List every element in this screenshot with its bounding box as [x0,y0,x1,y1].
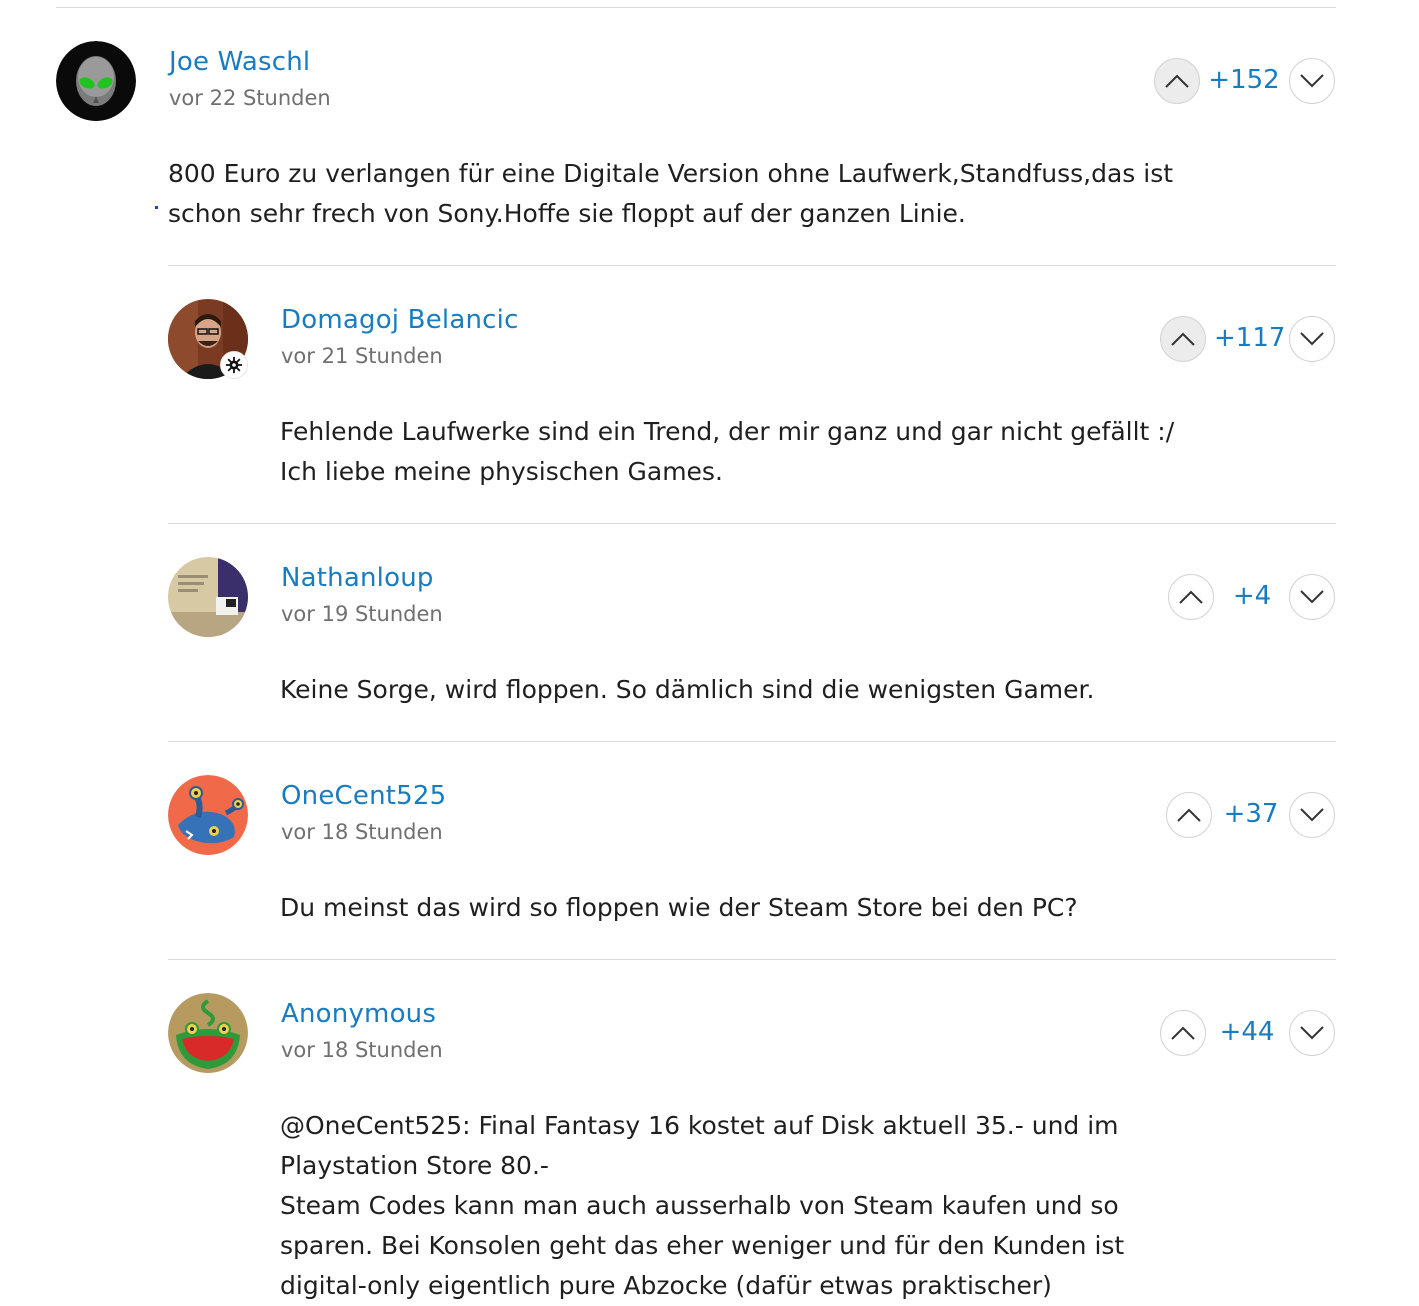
comment-time: vor 21 Stunden [281,344,443,368]
chevron-up-icon [1171,332,1195,346]
upvote-button[interactable] [1154,58,1200,104]
upvote-button[interactable] [1160,1010,1206,1056]
comment-text-line: @OneCent525: Final Fantasy 16 kostet auf… [280,1111,1119,1140]
comment-time: vor 19 Stunden [281,602,443,626]
comment-author[interactable]: Domagoj Belancic [281,305,519,335]
gear-badge-icon [220,351,248,379]
chevron-up-icon [1177,808,1201,822]
comment-time: vor 22 Stunden [169,86,331,110]
chevron-up-icon [1171,1026,1195,1040]
upvote-button[interactable] [1160,316,1206,362]
comment-divider [168,741,1336,742]
comment-text-line: Fehlende Laufwerke sind ein Trend, der m… [280,417,1175,446]
vote-score: +152 [1208,65,1280,95]
comment-body: Keine Sorge, wird floppen. So dämlich si… [280,670,1280,710]
vote-score: +4 [1232,581,1272,611]
comment-time: vor 18 Stunden [281,1038,443,1062]
comment-text-line: schon sehr frech von Sony.Hoffe sie flop… [168,199,966,228]
chevron-up-icon [1165,74,1189,88]
vote-score: +44 [1219,1017,1275,1047]
stray-dot [155,206,158,209]
upvote-button[interactable] [1166,792,1212,838]
vote-score: +37 [1223,799,1279,829]
comment-text-line: Playstation Store 80.- [280,1151,549,1180]
chevron-down-icon [1300,1026,1324,1040]
downvote-button[interactable] [1289,58,1335,104]
chevron-up-icon [1179,590,1203,604]
comment-text-line: Du meinst das wird so floppen wie der St… [280,893,1078,922]
alien-avatar[interactable] [56,41,136,121]
frog-monster-avatar[interactable] [168,993,248,1073]
downvote-button[interactable] [1289,574,1335,620]
comment-text-line: Keine Sorge, wird floppen. So dämlich si… [280,675,1095,704]
photo-avatar[interactable] [168,557,248,637]
comment-body: Fehlende Laufwerke sind ein Trend, der m… [280,412,1280,492]
vote-score: +117 [1214,323,1286,353]
comment-divider [168,959,1336,960]
comment-text-line: 800 Euro zu verlangen für eine Digitale … [168,159,1174,188]
upvote-button[interactable] [1168,574,1214,620]
downvote-button[interactable] [1289,792,1335,838]
top-divider [56,7,1336,8]
chevron-down-icon [1300,808,1324,822]
comment-author[interactable]: Nathanloup [281,563,434,593]
comment-text-line: Steam Codes kann man auch ausserhalb von… [280,1191,1119,1220]
comment-author[interactable]: Anonymous [281,999,436,1029]
comment-divider [168,265,1336,266]
downvote-button[interactable] [1289,1010,1335,1056]
comment-author[interactable]: Joe Waschl [169,47,310,77]
comment-text-line: digital-only eigentlich pure Abzocke (da… [280,1271,1052,1300]
chevron-down-icon [1300,332,1324,346]
comment-divider [168,523,1336,524]
comment-body: 800 Euro zu verlangen für eine Digitale … [168,154,1268,234]
comment-time: vor 18 Stunden [281,820,443,844]
comment-body: Du meinst das wird so floppen wie der St… [280,888,1280,928]
monster-avatar[interactable] [168,775,248,855]
comment-text-line: Ich liebe meine physischen Games. [280,457,723,486]
chevron-down-icon [1300,74,1324,88]
chevron-down-icon [1300,590,1324,604]
downvote-button[interactable] [1289,316,1335,362]
comment-author[interactable]: OneCent525 [281,781,446,811]
comment-body: @OneCent525: Final Fantasy 16 kostet auf… [280,1106,1280,1306]
comment-text-line: sparen. Bei Konsolen geht das eher wenig… [280,1231,1125,1260]
